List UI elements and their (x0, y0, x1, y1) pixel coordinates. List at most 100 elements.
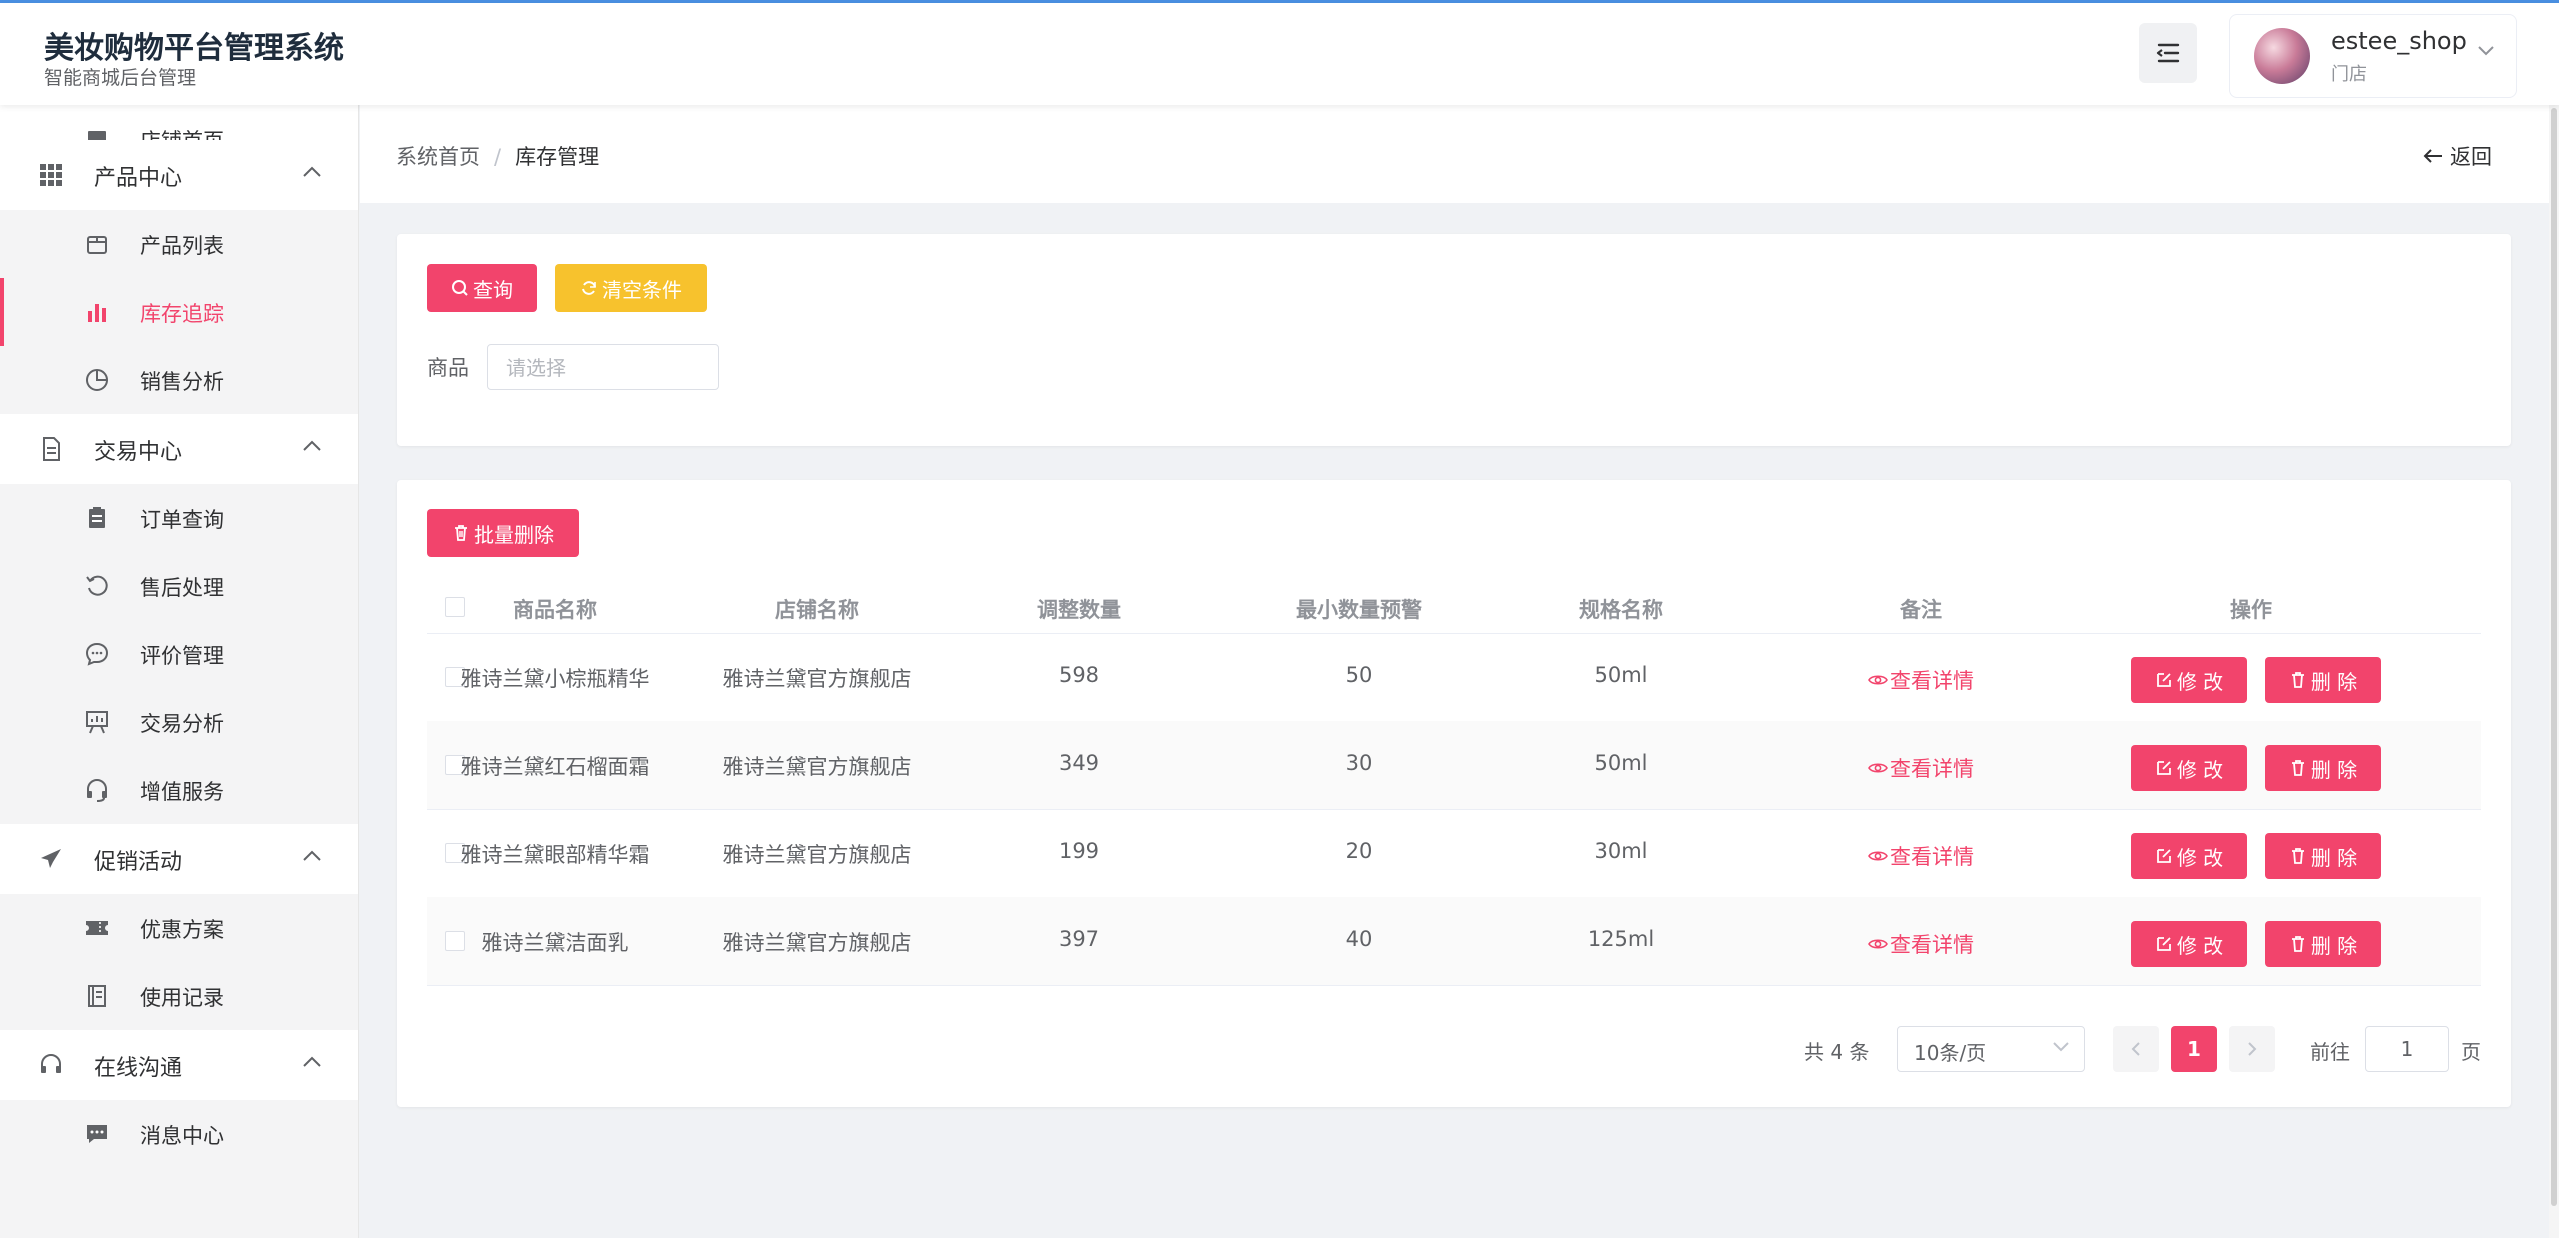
back-label: 返回 (2450, 145, 2492, 169)
product-select-input[interactable] (504, 347, 708, 389)
column-header: 规格名称 (1579, 598, 1663, 622)
page-suffix-label: 页 (2461, 1040, 2481, 1064)
sidebar-item-usage-records[interactable]: 使用记录 (0, 962, 358, 1030)
edit-button[interactable]: 修 改 (2131, 921, 2247, 967)
sidebar-item-product-list[interactable]: 产品列表 (0, 210, 358, 278)
message-icon (84, 1121, 110, 1147)
sidebar-item-trade-analysis[interactable]: 交易分析 (0, 688, 358, 756)
sidebar-item-label: 增值服务 (140, 780, 224, 804)
refresh-icon (580, 279, 598, 297)
delete-button[interactable]: 删 除 (2265, 657, 2381, 703)
breadcrumb-home-link[interactable]: 系统首页 (396, 145, 480, 169)
chevron-left-icon (2131, 1041, 2141, 1057)
edit-label: 修 改 (2176, 845, 2224, 870)
clear-conditions-button[interactable]: 清空条件 (555, 264, 707, 312)
delete-button[interactable]: 删 除 (2265, 921, 2381, 967)
sidebar-group-trade[interactable]: 交易中心 (0, 414, 358, 484)
view-details-label: 查看详情 (1890, 757, 1974, 781)
chevron-right-icon (2247, 1041, 2257, 1057)
edit-label: 修 改 (2176, 757, 2224, 782)
view-details-link[interactable]: 查看详情 (1821, 929, 2021, 959)
column-header: 商品名称 (513, 598, 597, 622)
product-filter-label: 商品 (427, 356, 469, 380)
back-button[interactable]: 返回 (2422, 141, 2492, 171)
sidebar-item-reviews[interactable]: 评价管理 (0, 620, 358, 688)
chevron-up-icon (302, 1056, 322, 1068)
view-details-link[interactable]: 查看详情 (1821, 665, 2021, 695)
sidebar-item-order-query[interactable]: 订单查询 (0, 484, 358, 552)
spec-cell: 30ml (1594, 839, 1648, 863)
view-details-label: 查看详情 (1890, 669, 1974, 693)
shop-name-cell: 雅诗兰黛官方旗舰店 (722, 755, 912, 779)
app-subtitle: 智能商城后台管理 (44, 67, 197, 89)
sidebar-group-online-chat[interactable]: 在线沟通 (0, 1030, 358, 1100)
clear-button-label: 清空条件 (602, 277, 682, 302)
goto-page-input[interactable]: 1 (2365, 1026, 2449, 1072)
user-role: 门店 (2331, 64, 2367, 85)
sidebar-group-product[interactable]: 产品中心 (0, 140, 358, 210)
view-details-link[interactable]: 查看详情 (1821, 841, 2021, 871)
adjust-qty-cell: 598 (1058, 663, 1100, 687)
prev-page-button[interactable] (2113, 1026, 2159, 1072)
sidebar-item-sales-analysis[interactable]: 销售分析 (0, 346, 358, 414)
breadcrumb-bar: 系统首页 / 库存管理 返回 (360, 105, 2550, 203)
view-details-link[interactable]: 查看详情 (1821, 753, 2021, 783)
shop-name-cell: 雅诗兰黛官方旗舰店 (722, 931, 912, 955)
next-page-button[interactable] (2229, 1026, 2275, 1072)
ticket-icon (84, 915, 110, 941)
page-number-button[interactable]: 1 (2171, 1026, 2217, 1072)
select-all-checkbox[interactable] (445, 597, 465, 617)
bar-chart-icon (84, 299, 110, 325)
sidebar-item-stock-tracking[interactable]: 库存追踪 (0, 278, 358, 346)
trash-icon (2289, 759, 2307, 777)
sidebar-group-label: 促销活动 (94, 850, 183, 875)
chevron-up-icon (302, 166, 322, 178)
trash-icon (452, 524, 470, 542)
refresh-icon (84, 573, 110, 599)
edit-button[interactable]: 修 改 (2131, 657, 2247, 703)
page-scrollbar-thumb[interactable] (2551, 108, 2557, 1206)
clipboard-icon (84, 505, 110, 531)
grid-icon (38, 162, 64, 188)
sidebar-item-message-center[interactable]: 消息中心 (0, 1100, 358, 1168)
table-header-row: 商品名称 店铺名称 调整数量 最小数量预警 规格名称 备注 操作 (427, 580, 2481, 634)
arrow-left-icon (2422, 147, 2444, 165)
edit-label: 修 改 (2176, 669, 2224, 694)
eye-icon (1868, 937, 1888, 951)
sidebar: 店铺首页 产品中心 产品列表 库存追踪 销售分析 (0, 105, 359, 1238)
min-warn-cell: 20 (1345, 839, 1373, 863)
trash-icon (2289, 935, 2307, 953)
edit-icon (2155, 671, 2173, 689)
breadcrumb-separator: / (494, 145, 502, 169)
edit-icon (2155, 759, 2173, 777)
column-header: 最小数量预警 (1296, 598, 1422, 622)
edit-icon (2155, 935, 2173, 953)
sidebar-group-promotion[interactable]: 促销活动 (0, 824, 358, 894)
sidebar-item-after-sales[interactable]: 售后处理 (0, 552, 358, 620)
app-title: 美妆购物平台管理系统 (44, 31, 344, 66)
product-select[interactable] (487, 344, 719, 390)
query-button[interactable]: 查询 (427, 264, 537, 312)
search-icon (451, 279, 469, 297)
pagination-total: 共 4 条 (1804, 1040, 1870, 1064)
search-panel: 查询 清空条件 商品 (397, 234, 2511, 446)
sidebar-item-label: 优惠方案 (140, 918, 224, 942)
sidebar-item-label: 产品列表 (140, 234, 224, 258)
edit-button[interactable]: 修 改 (2131, 745, 2247, 791)
query-button-label: 查询 (473, 277, 513, 302)
sidebar-toggle-button[interactable] (2139, 23, 2197, 83)
view-details-label: 查看详情 (1890, 845, 1974, 869)
paper-plane-icon (38, 846, 64, 872)
sidebar-item-discount-plan[interactable]: 优惠方案 (0, 894, 358, 962)
batch-delete-button[interactable]: 批量删除 (427, 509, 579, 557)
stock-table-panel: 批量删除 商品名称 店铺名称 调整数量 最小数量预警 规格名称 备注 操作 雅诗… (397, 480, 2511, 1107)
eye-icon (1868, 849, 1888, 863)
pagination: 共 4 条 10条/页 1 前往 1 页 (397, 1026, 2511, 1074)
sidebar-item-value-added[interactable]: 增值服务 (0, 756, 358, 824)
edit-button[interactable]: 修 改 (2131, 833, 2247, 879)
delete-button[interactable]: 删 除 (2265, 745, 2381, 791)
min-warn-cell: 40 (1345, 927, 1373, 951)
user-menu[interactable]: estee_shop 门店 (2229, 14, 2517, 98)
delete-button[interactable]: 删 除 (2265, 833, 2381, 879)
page-size-select[interactable]: 10条/页 (1897, 1026, 2085, 1072)
